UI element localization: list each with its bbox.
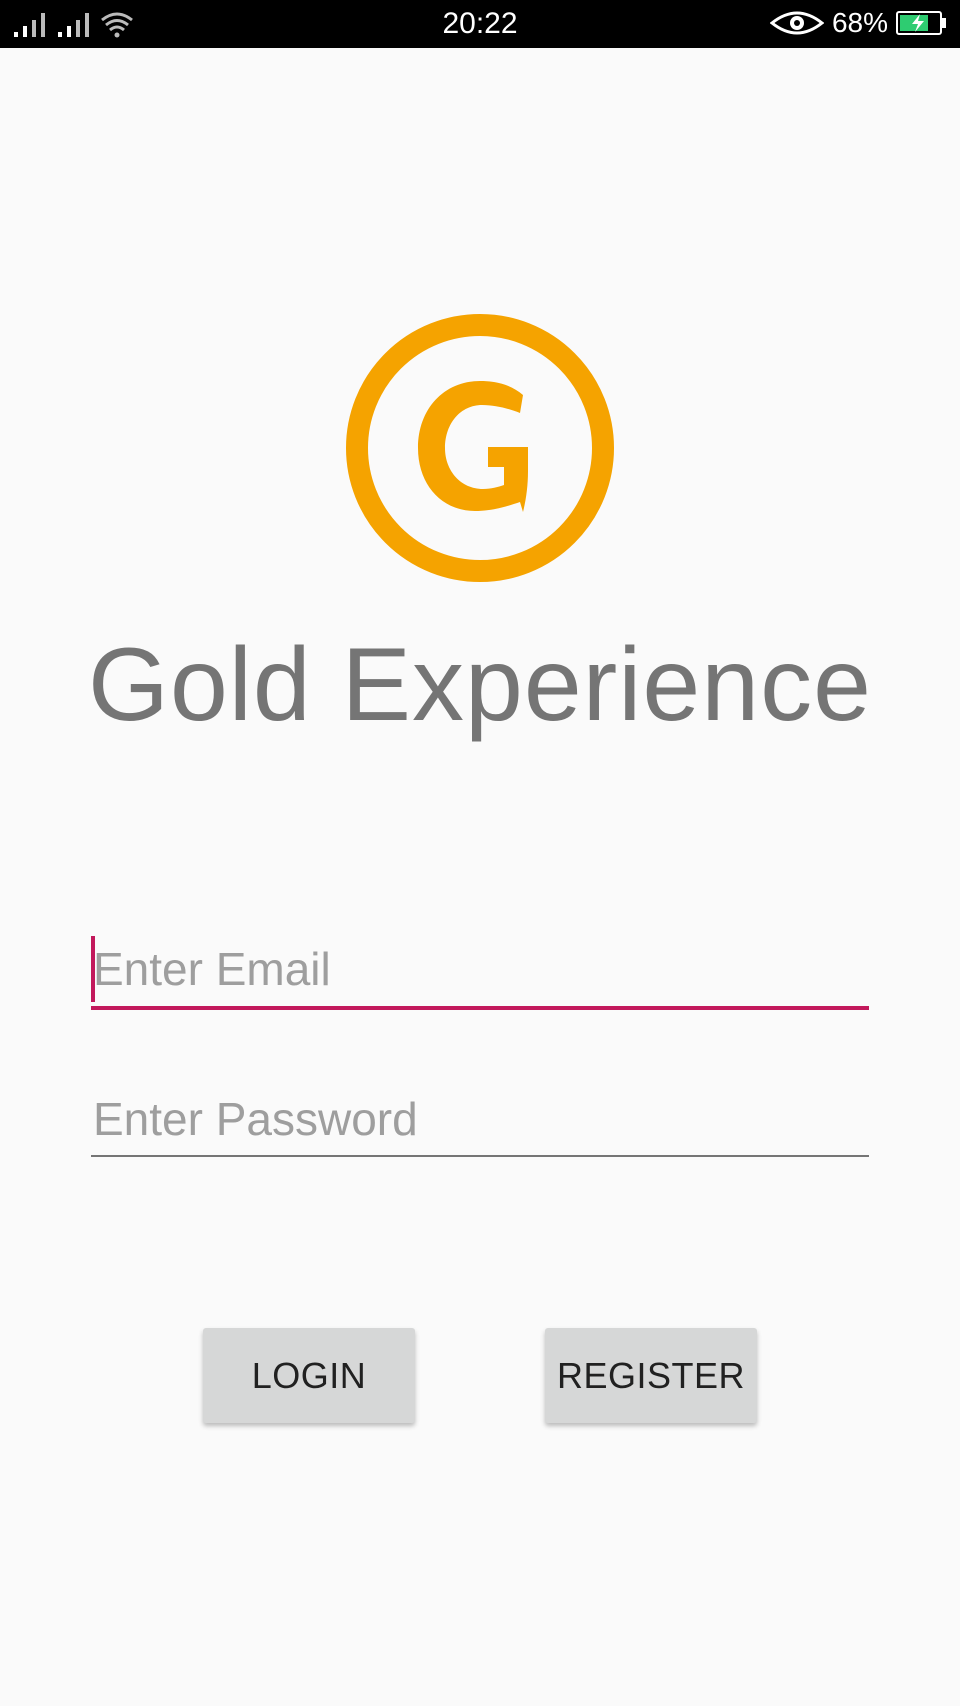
email-field[interactable]	[91, 936, 869, 1010]
email-input[interactable]	[91, 938, 869, 1000]
password-field[interactable]	[91, 1088, 869, 1157]
app-title: Gold Experience	[88, 627, 872, 743]
battery-charging-icon	[896, 11, 946, 35]
text-cursor	[91, 936, 95, 1002]
logo-letter-g	[418, 381, 528, 512]
register-button[interactable]: REGISTER	[545, 1328, 757, 1423]
eye-icon	[769, 11, 824, 35]
app-logo	[346, 314, 614, 582]
password-underline	[91, 1155, 869, 1157]
password-input[interactable]	[91, 1088, 869, 1150]
status-bar: 20:22 68%	[0, 0, 960, 48]
email-underline	[91, 1006, 869, 1010]
battery-percent: 68%	[831, 7, 888, 38]
login-button[interactable]: LOGIN	[203, 1328, 415, 1423]
status-right: 68%	[769, 7, 948, 39]
